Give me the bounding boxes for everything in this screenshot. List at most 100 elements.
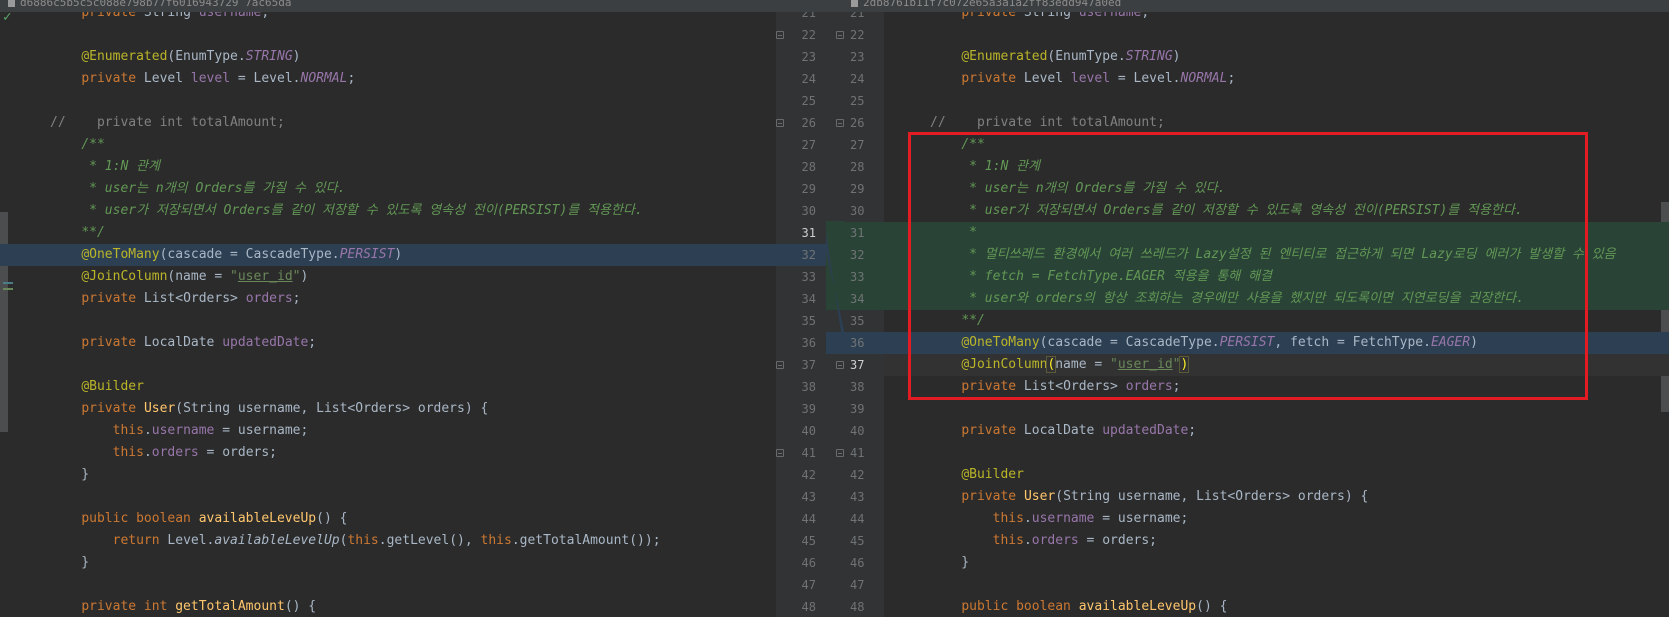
- right-code-line[interactable]: [884, 442, 1669, 464]
- right-code-line[interactable]: // private int totalAmount;: [884, 112, 1669, 134]
- left-code-line[interactable]: public boolean availableLeveUp() {: [0, 508, 776, 530]
- code-text: private List<Orders> orders;: [961, 379, 1181, 394]
- code-text: private String username;: [961, 12, 1150, 20]
- left-code-line[interactable]: /**: [0, 134, 776, 156]
- line-number: 45: [850, 534, 865, 548]
- line-number: 21: [850, 12, 865, 20]
- line-number: 33: [850, 270, 865, 284]
- left-code-line[interactable]: [0, 486, 776, 508]
- left-code-line[interactable]: [0, 24, 776, 46]
- right-code-line[interactable]: public boolean availableLeveUp() {: [884, 596, 1669, 617]
- left-editor-pane[interactable]: ✓ private String username; @Enumerated(E…: [0, 12, 776, 617]
- left-code-line[interactable]: private List<Orders> orders;: [0, 288, 776, 310]
- left-code-line[interactable]: @Enumerated(EnumType.STRING): [0, 46, 776, 68]
- right-code-line[interactable]: **/: [884, 310, 1669, 332]
- fold-marker-icon[interactable]: [776, 361, 784, 369]
- code-text: private Level level = Level.NORMAL;: [961, 71, 1236, 86]
- revision-bar: d6886c5b5c5c088e798b77f6016943729 7ac65d…: [0, 0, 1669, 12]
- left-code-line[interactable]: * user가 저장되면서 Orders를 같이 저장할 수 있도록 영속성 전…: [0, 200, 776, 222]
- fold-marker-icon[interactable]: [776, 31, 784, 39]
- line-number: 46: [801, 556, 816, 570]
- right-code-line[interactable]: private Level level = Level.NORMAL;: [884, 68, 1669, 90]
- line-number: 28: [801, 160, 816, 174]
- line-number: 38: [850, 380, 865, 394]
- right-code-line[interactable]: * 1:N 관계: [884, 156, 1669, 178]
- line-number: 22: [801, 28, 816, 42]
- code-text: * user가 저장되면서 Orders를 같이 저장할 수 있도록 영속성 전…: [81, 203, 643, 218]
- right-code-line[interactable]: @OneToMany(cascade = CascadeType.PERSIST…: [884, 332, 1669, 354]
- code-text: * user가 저장되면서 Orders를 같이 저장할 수 있도록 영속성 전…: [961, 203, 1523, 218]
- right-code-line[interactable]: }: [884, 552, 1669, 574]
- line-number: 30: [801, 204, 816, 218]
- left-code-line[interactable]: private Level level = Level.NORMAL;: [0, 68, 776, 90]
- right-code-line[interactable]: [884, 90, 1669, 112]
- right-code-line[interactable]: * user와 orders의 항상 조회하는 경우에만 사용을 했지만 되도록…: [884, 288, 1669, 310]
- right-code-line[interactable]: @JoinColumn(name = "user_id"): [884, 354, 1669, 376]
- left-code-line[interactable]: * user는 n개의 Orders를 가질 수 있다.: [0, 178, 776, 200]
- line-number: 42: [801, 468, 816, 482]
- line-number: 43: [801, 490, 816, 504]
- code-text: * 1:N 관계: [961, 159, 1041, 174]
- right-code-line[interactable]: /**: [884, 134, 1669, 156]
- line-number: 27: [801, 138, 816, 152]
- right-code-line[interactable]: @Builder: [884, 464, 1669, 486]
- right-code-line[interactable]: private User(String username, List<Order…: [884, 486, 1669, 508]
- right-code-line[interactable]: * user는 n개의 Orders를 가질 수 있다.: [884, 178, 1669, 200]
- right-code-line[interactable]: [884, 574, 1669, 596]
- right-code-line[interactable]: private LocalDate updatedDate;: [884, 420, 1669, 442]
- code-text: private User(String username, List<Order…: [961, 489, 1369, 504]
- line-number: 24: [801, 72, 816, 86]
- right-code-line[interactable]: this.username = username;: [884, 508, 1669, 530]
- left-code-line[interactable]: private String username;: [0, 12, 776, 24]
- code-text: private User(String username, List<Order…: [81, 401, 489, 416]
- right-code-line[interactable]: this.orders = orders;: [884, 530, 1669, 552]
- line-number: 46: [850, 556, 865, 570]
- diff-connector: [826, 221, 844, 352]
- right-code-line[interactable]: * 멀티쓰레드 환경에서 여러 쓰레드가 Lazy설정 된 엔티티로 접근하게 …: [884, 244, 1669, 266]
- right-code-line[interactable]: [884, 24, 1669, 46]
- left-code-line[interactable]: this.username = username;: [0, 420, 776, 442]
- left-code-line[interactable]: **/: [0, 222, 776, 244]
- fold-marker-icon[interactable]: [776, 449, 784, 457]
- fold-marker-icon[interactable]: [776, 119, 784, 127]
- line-number: 34: [801, 292, 816, 306]
- right-code-line[interactable]: private String username;: [884, 12, 1669, 24]
- left-code-line[interactable]: [0, 574, 776, 596]
- right-code-line[interactable]: [884, 398, 1669, 420]
- left-line-gutter: 21 22 23 24 25 26 27 28 29 30 31 32 33 34 35 36 37 38 39 40…: [776, 12, 826, 617]
- line-number: 35: [850, 314, 865, 328]
- right-code-line[interactable]: @Enumerated(EnumType.STRING): [884, 46, 1669, 68]
- right-code-line[interactable]: *: [884, 222, 1669, 244]
- line-number: 29: [801, 182, 816, 196]
- left-code-line[interactable]: }: [0, 552, 776, 574]
- line-number: 47: [850, 578, 865, 592]
- line-number: 40: [801, 424, 816, 438]
- code-text: private String username;: [81, 12, 270, 20]
- left-code-line[interactable]: [0, 90, 776, 112]
- right-code-line[interactable]: private List<Orders> orders;: [884, 376, 1669, 398]
- code-text: private LocalDate updatedDate;: [961, 423, 1197, 438]
- code-text: *: [961, 225, 977, 240]
- left-code-line[interactable]: @OneToMany(cascade = CascadeType.PERSIST…: [0, 244, 776, 266]
- left-code-line[interactable]: [0, 354, 776, 376]
- right-code-line[interactable]: * fetch = FetchType.EAGER 적용을 통해 해결: [884, 266, 1669, 288]
- line-number: 36: [801, 336, 816, 350]
- left-code-line[interactable]: this.orders = orders;: [0, 442, 776, 464]
- code-text: public boolean availableLeveUp() {: [81, 511, 348, 526]
- right-code-line[interactable]: * user가 저장되면서 Orders를 같이 저장할 수 있도록 영속성 전…: [884, 200, 1669, 222]
- left-code-line[interactable]: * 1:N 관계: [0, 156, 776, 178]
- code-text: * user와 orders의 항상 조회하는 경우에만 사용을 했지만 되도록…: [961, 291, 1525, 306]
- left-code-line[interactable]: [0, 310, 776, 332]
- left-code-line[interactable]: private User(String username, List<Order…: [0, 398, 776, 420]
- right-editor-pane[interactable]: private String username; @Enumerated(Enu…: [884, 12, 1669, 617]
- left-code-line[interactable]: // private int totalAmount;: [0, 112, 776, 134]
- left-code-line[interactable]: return Level.availableLevelUp(this.getLe…: [0, 530, 776, 552]
- left-code-line[interactable]: }: [0, 464, 776, 486]
- left-code-line[interactable]: private int getTotalAmount() {: [0, 596, 776, 617]
- left-code-line[interactable]: @JoinColumn(name = "user_id"): [0, 266, 776, 288]
- line-number: 26: [850, 116, 865, 130]
- left-code-line[interactable]: @Builder: [0, 376, 776, 398]
- line-number: 31: [850, 226, 865, 240]
- left-code-line[interactable]: private LocalDate updatedDate;: [0, 332, 776, 354]
- code-text: /**: [81, 137, 105, 152]
